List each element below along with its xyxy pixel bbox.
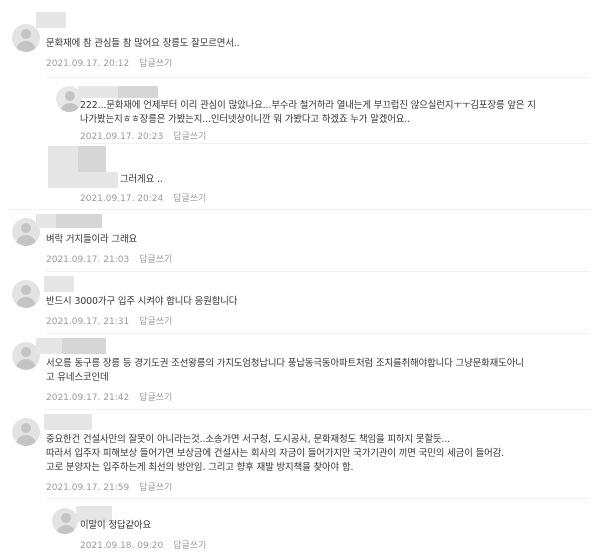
divider (10, 209, 590, 210)
comment-text: 반드시 3000가구 입주 시켜야 합니다 응원합니다 (46, 296, 238, 307)
author-name-blurred (44, 276, 74, 292)
reply-button[interactable]: 답글쓰기 (139, 255, 172, 265)
comment-text: 서오릉 동구릉 장릉 등 경기도권 조선왕릉의 가치도엄청납니다 풍납동극동아파… (46, 358, 524, 369)
author-name-blurred (36, 214, 56, 228)
avatar[interactable] (12, 280, 40, 308)
reply-button[interactable]: 답글쓰기 (139, 483, 172, 493)
comment-text: 222...문화재에 언제부터 이리 관심이 많았나요...부수라 철거하라 열… (80, 100, 536, 111)
comment-date: 2021.09.17. 20:12 (46, 59, 130, 69)
comment-meta: 2021.09.17. 21:31 답글쓰기 (46, 314, 172, 327)
reply-button[interactable]: 답글쓰기 (173, 194, 206, 204)
author-name-blurred (36, 12, 66, 28)
comment-text: 나가봤는지ㅎㅎ장릉은 가봤는지...인터넷상이니깐 뭐 가봤다고 하겠죠 누가 … (80, 114, 411, 125)
author-name-blurred (118, 86, 158, 98)
comment-meta: 2021.09.17. 21:03 답글쓰기 (46, 252, 172, 265)
divider (46, 77, 590, 78)
reply-button[interactable]: 답글쓰기 (139, 393, 172, 403)
comment-date: 2021.09.18. 09:20 (80, 541, 164, 551)
reply-button[interactable]: 답글쓰기 (173, 132, 206, 142)
divider (46, 498, 590, 499)
author-name-blurred (78, 146, 106, 172)
avatar[interactable] (52, 508, 78, 534)
author-name-blurred (78, 86, 118, 98)
comment-meta: 2021.09.17. 21:59 답글쓰기 (46, 480, 172, 493)
comment-text: 문화재에 참 관심들 참 많어요 장릉도 잘모르면서.. (46, 38, 240, 49)
comment-meta: 2021.09.17. 21:42 답글쓰기 (46, 390, 172, 403)
comment-meta: 2021.09.17. 20:23 답글쓰기 (80, 129, 206, 142)
comment-text: 따라서 입주자 피해보상 들어가면 보상금에 건설사는 회사의 자금이 들어가지… (46, 448, 505, 459)
comment-meta: 2021.09.18. 09:20 답글쓰기 (80, 538, 206, 551)
comment-meta: 2021.09.17. 20:12 답글쓰기 (46, 56, 172, 69)
reply-button[interactable]: 답글쓰기 (139, 59, 172, 69)
comment-text: 고로 분양자는 입주하는게 최선의 방안임. 그리고 향후 재발 방지책을 찾아… (46, 462, 354, 473)
comment-text: 고 유네스코인데 (46, 372, 109, 383)
comment-text: 이말이 정답같아요 (80, 520, 152, 531)
divider (46, 333, 590, 334)
author-name-blurred (62, 338, 106, 354)
comment-date: 2021.09.17. 20:24 (80, 194, 164, 204)
author-name-blurred (36, 338, 62, 354)
author-name-blurred (78, 172, 118, 188)
comment-text: 그러게요 .. (120, 174, 163, 185)
comment-date: 2021.09.17. 21:59 (46, 483, 130, 493)
author-name-blurred (44, 414, 92, 430)
comment-list: ·· · 문화재에 참 관심들 참 많어요 장릉도 잘모르면서.. 2021.0… (0, 0, 600, 558)
avatar[interactable] (12, 24, 40, 52)
comment-date: 2021.09.17. 20:23 (80, 132, 164, 142)
comment-date: 2021.09.17. 21:42 (46, 393, 130, 403)
comment-text: 벼락 거지들이라 그래요 (46, 234, 138, 245)
reply-button[interactable]: 답글쓰기 (173, 541, 206, 551)
divider (46, 409, 590, 410)
comment-meta: 2021.09.17. 20:24 답글쓰기 (80, 191, 206, 204)
author-name-blurred (56, 214, 102, 228)
reply-button[interactable]: 답글쓰기 (139, 317, 172, 327)
partial-meta: ·· · (42, 0, 53, 4)
divider (46, 271, 590, 272)
comment-text: 중요한건 건설사만의 잘못이 아니라는것..소송가면 서구청, 도시공사, 문화… (46, 434, 451, 445)
comment-date: 2021.09.17. 21:31 (46, 317, 130, 327)
divider (80, 143, 590, 144)
author-avatar-blurred (48, 146, 78, 188)
avatar[interactable] (12, 418, 40, 446)
comment-date: 2021.09.17. 21:03 (46, 255, 130, 265)
